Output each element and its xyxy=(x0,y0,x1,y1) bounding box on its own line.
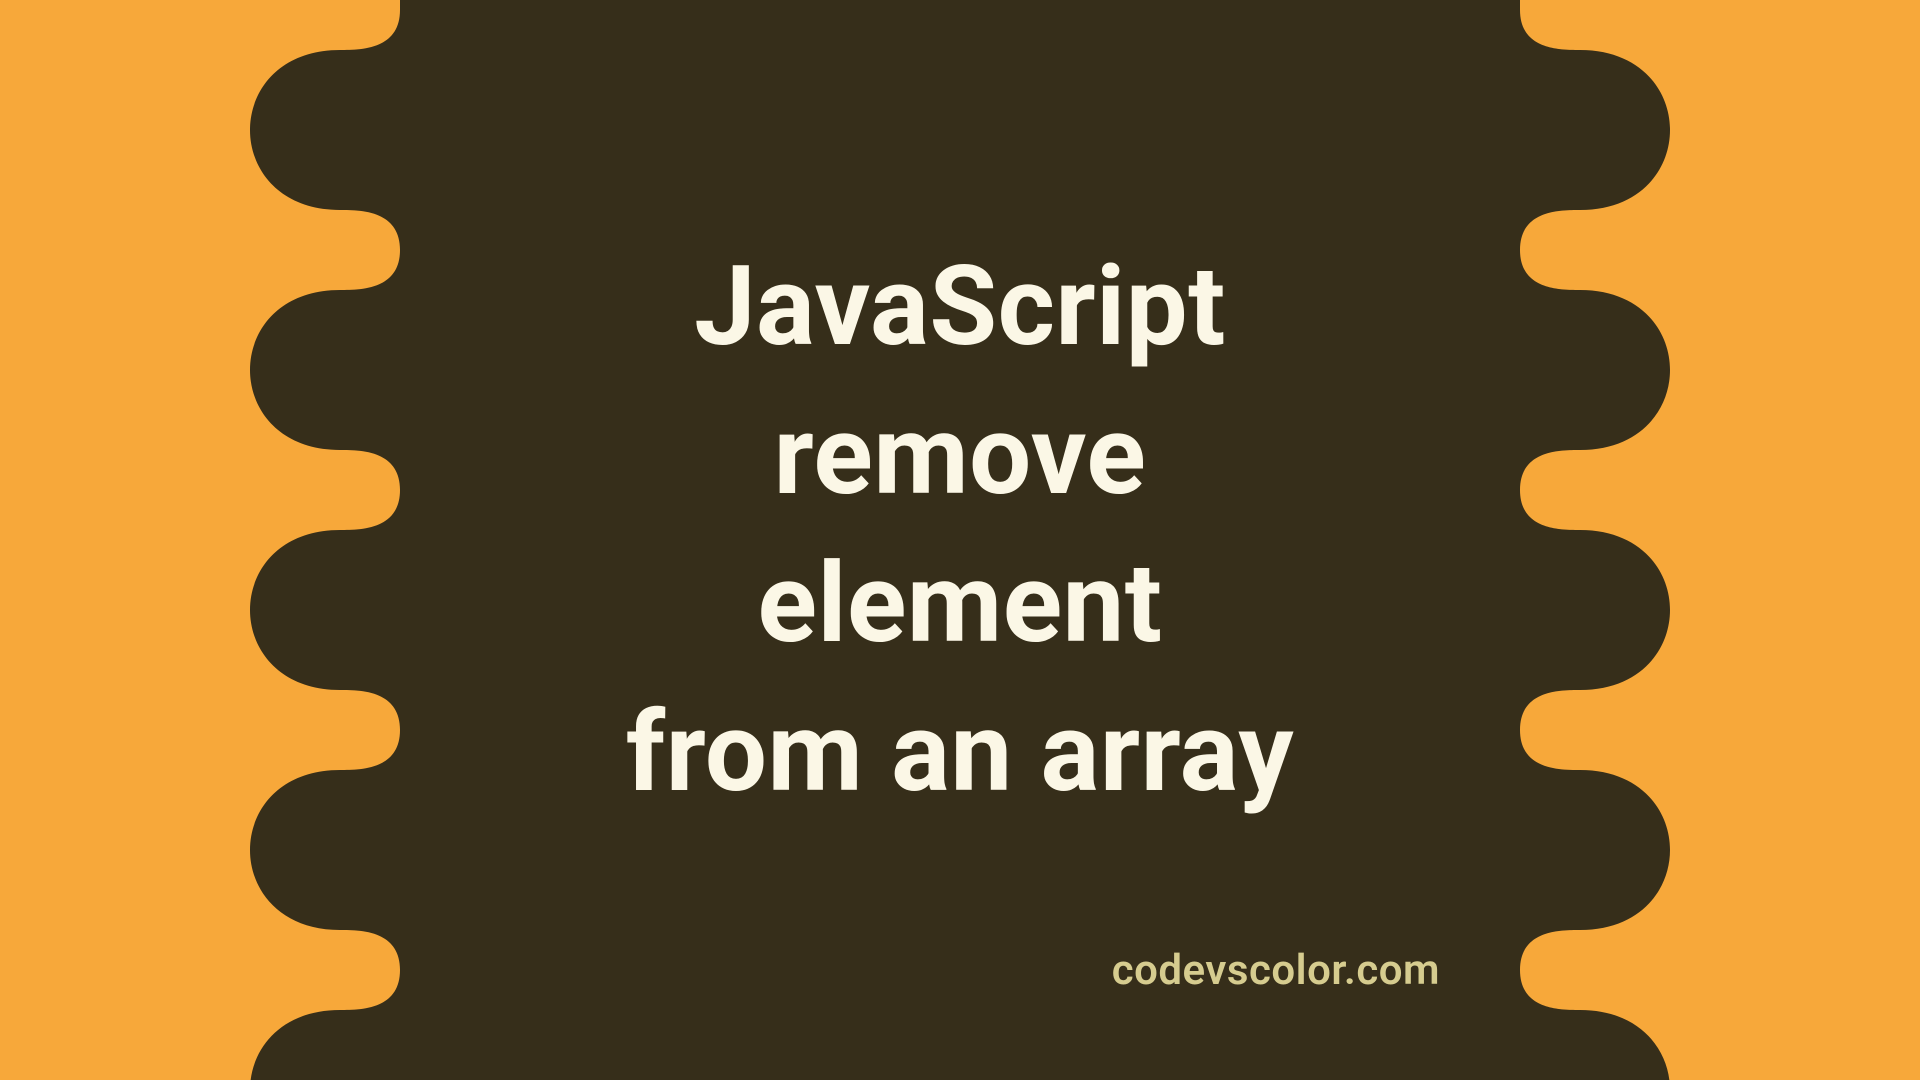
content-area: JavaScript remove element from an array xyxy=(0,0,1920,1080)
title-line-3: element xyxy=(757,539,1162,668)
title-line-2: remove xyxy=(774,391,1147,520)
title-line-4: from an array xyxy=(626,688,1294,817)
site-url: codevscolor.com xyxy=(1112,946,1440,995)
main-title: JavaScript remove element from an array xyxy=(626,233,1294,827)
title-line-1: JavaScript xyxy=(694,242,1226,371)
